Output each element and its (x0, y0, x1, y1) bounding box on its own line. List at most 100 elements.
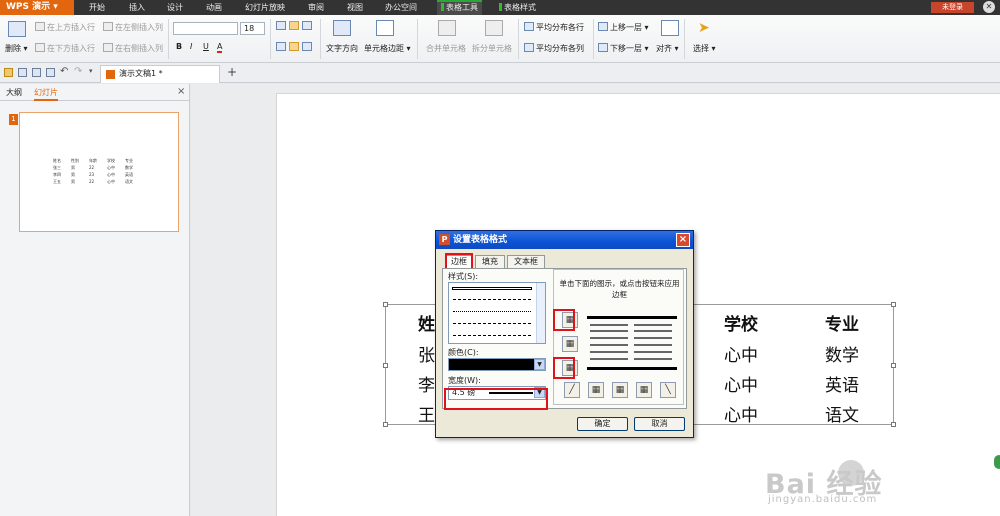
table-cell[interactable]: 语文 (825, 401, 859, 426)
ok-button[interactable]: 确定 (577, 417, 628, 431)
send-backward-button[interactable]: 下移一层 ▾ (598, 43, 649, 54)
close-icon[interactable]: × (676, 233, 690, 247)
chevron-down-icon[interactable]: ▼ (534, 359, 545, 370)
new-tab-button[interactable]: + (227, 65, 237, 79)
valign-middle-button[interactable] (289, 42, 301, 52)
split-cells-button[interactable] (485, 20, 505, 37)
insert-col-right-button[interactable]: 在右侧插入列 (103, 43, 163, 54)
align-label[interactable]: 对齐 ▾ (656, 43, 679, 54)
preview-bottom-border[interactable] (587, 367, 677, 370)
tab-outline[interactable]: 大纲 (6, 87, 22, 98)
line-style-dash-dot[interactable] (453, 323, 531, 324)
table-cell[interactable]: 姓 (418, 310, 435, 335)
table-cell[interactable]: 学校 (724, 310, 758, 335)
scrollbar[interactable] (536, 283, 545, 343)
tab-view[interactable]: 视图 (347, 0, 363, 15)
table-cell[interactable]: 李 (418, 371, 435, 396)
resize-handle[interactable] (891, 363, 896, 368)
border-color-select[interactable]: ▼ (448, 358, 546, 371)
align-button[interactable] (661, 20, 681, 37)
open-icon[interactable] (4, 68, 13, 77)
merge-cells-label[interactable]: 合并单元格 (426, 43, 466, 54)
line-style-dotted[interactable] (453, 311, 531, 312)
tab-office-space[interactable]: 办公空间 (385, 0, 417, 15)
line-style-dashed[interactable] (453, 299, 531, 300)
insert-col-left-button[interactable]: 在左侧插入列 (103, 22, 163, 33)
tab-animation[interactable]: 动画 (206, 0, 222, 15)
align-left-button[interactable] (276, 21, 288, 31)
tab-slides[interactable]: 幻灯片 (34, 87, 58, 101)
align-right-button[interactable] (302, 21, 314, 31)
inner-horizontal-border-button[interactable]: ▦ (562, 336, 578, 352)
resize-handle[interactable] (891, 302, 896, 307)
login-button[interactable]: 未登录 (931, 2, 974, 13)
chevron-down-icon[interactable]: ▾ (89, 67, 93, 75)
font-name-select[interactable] (173, 22, 238, 35)
insert-row-below-button[interactable]: 在下方插入行 (35, 43, 95, 54)
left-border-button[interactable]: ▦ (588, 382, 604, 398)
table-cell[interactable]: 心中 (724, 371, 758, 396)
tab-table-style[interactable]: 表格样式 (499, 0, 536, 15)
resize-handle[interactable] (891, 422, 896, 427)
tab-fill[interactable]: 填充 (475, 255, 505, 268)
table-cell[interactable]: 心中 (724, 341, 758, 366)
resize-handle[interactable] (383, 363, 388, 368)
valign-bottom-button[interactable] (302, 42, 314, 52)
table-cell[interactable]: 张 (418, 341, 435, 366)
cancel-button[interactable]: 取消 (634, 417, 685, 431)
cursor-icon[interactable]: ➤ (698, 20, 710, 36)
distribute-rows-button[interactable]: 平均分布各行 (524, 22, 584, 33)
distribute-cols-button[interactable]: 平均分布各列 (524, 43, 584, 54)
dialog-title-bar[interactable]: P 设置表格格式 × (436, 231, 693, 249)
resize-handle[interactable] (383, 302, 388, 307)
undo-icon[interactable]: ↶ (60, 66, 68, 77)
line-style-list[interactable] (448, 282, 546, 344)
tab-home[interactable]: 开始 (89, 0, 105, 15)
diagonal-down-border-button[interactable]: ╱ (564, 382, 580, 398)
italic-button[interactable]: I (190, 42, 192, 51)
text-direction-label[interactable]: 文字方向 (326, 43, 358, 54)
merge-cells-button[interactable] (438, 20, 458, 37)
table-cell[interactable]: 专业 (825, 310, 859, 335)
table-cell[interactable]: 数学 (825, 341, 859, 366)
diagonal-up-border-button[interactable]: ╲ (660, 382, 676, 398)
tab-table-tools[interactable]: 表格工具 (437, 0, 482, 15)
line-style-dash-dot-dot[interactable] (453, 335, 531, 336)
slide-thumbnail[interactable]: 姓名 性别 年龄 学校 专业 张三男 22 心中 数学 李四男 23 心中 英语 王五男 22 心中 语文 (19, 112, 179, 232)
split-cells-label[interactable]: 拆分单元格 (472, 43, 512, 54)
cell-margin-button[interactable] (376, 20, 396, 37)
preview-icon[interactable] (46, 68, 55, 77)
bring-forward-button[interactable]: 上移一层 ▾ (598, 22, 649, 33)
document-tab[interactable]: 演示文稿1 * (100, 65, 220, 83)
bold-button[interactable]: B (176, 42, 182, 51)
tab-insert[interactable]: 插入 (129, 0, 145, 15)
align-center-button[interactable] (289, 21, 301, 31)
cell-margin-label[interactable]: 单元格边距 ▾ (364, 43, 411, 54)
save-icon[interactable] (18, 68, 27, 77)
table-cell[interactable]: 心中 (724, 401, 758, 426)
redo-icon[interactable]: ↷ (74, 66, 82, 77)
table-cell[interactable]: 英语 (825, 371, 859, 396)
tab-slideshow[interactable]: 幻灯片放映 (245, 0, 285, 15)
valign-top-button[interactable] (276, 42, 288, 52)
tab-design[interactable]: 设计 (167, 0, 183, 15)
select-label[interactable]: 选择 ▾ (693, 43, 716, 54)
delete-label[interactable]: 删除 ▾ (5, 43, 28, 54)
font-size-select[interactable]: 18 (240, 22, 265, 35)
tab-review[interactable]: 审阅 (308, 0, 324, 15)
inner-vertical-border-button[interactable]: ▦ (612, 382, 628, 398)
preview-top-border[interactable] (587, 316, 677, 319)
delete-button[interactable] (8, 21, 28, 38)
underline-button[interactable]: U (203, 42, 209, 51)
resize-handle[interactable] (383, 422, 388, 427)
line-style-double[interactable] (452, 287, 532, 290)
print-icon[interactable] (32, 68, 41, 77)
close-icon[interactable]: × (177, 86, 185, 97)
insert-row-above-button[interactable]: 在上方插入行 (35, 22, 95, 33)
text-direction-button[interactable] (333, 20, 353, 37)
right-border-button[interactable]: ▦ (636, 382, 652, 398)
app-menu-button[interactable]: WPS 演示 ▾ (0, 0, 74, 15)
table-cell[interactable]: 王 (418, 401, 435, 426)
side-widget-icon[interactable] (994, 455, 1000, 469)
close-icon[interactable]: ✕ (983, 1, 995, 13)
